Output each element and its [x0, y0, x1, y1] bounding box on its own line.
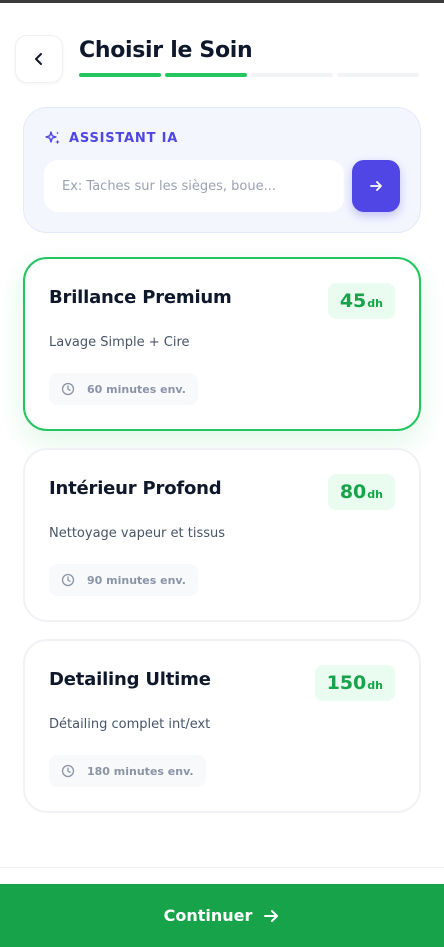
ai-assistant-header: ASSISTANT IA: [45, 130, 178, 146]
step-progress-segment: [337, 73, 419, 77]
header: Choisir le Soin: [15, 35, 429, 83]
service-card-brillance-premium[interactable]: Brillance Premium 45 dh Lavage Simple + …: [23, 257, 421, 431]
ai-assistant-input[interactable]: [44, 160, 344, 212]
chevron-left-icon: [31, 51, 47, 67]
continue-button[interactable]: Continuer: [0, 884, 444, 947]
duration-badge: 90 minutes env.: [49, 564, 198, 596]
duration-text: 60 minutes env.: [87, 382, 186, 396]
service-description: Détailing complet int/ext: [49, 717, 211, 732]
duration-badge: 180 minutes env.: [49, 755, 206, 787]
arrow-right-icon: [368, 178, 384, 194]
clock-icon: [61, 764, 75, 778]
price-value: 150: [326, 672, 367, 694]
ai-assistant-label: ASSISTANT IA: [69, 130, 179, 146]
price-unit: dh: [367, 297, 383, 310]
price-badge: 150 dh: [314, 665, 395, 701]
price-unit: dh: [367, 488, 383, 501]
back-button[interactable]: [15, 35, 63, 83]
duration-badge: 60 minutes env.: [49, 373, 198, 405]
price-badge: 80 dh: [327, 474, 395, 510]
service-card-interieur-profond[interactable]: Intérieur Profond 80 dh Nettoyage vapeur…: [23, 448, 421, 622]
service-title: Intérieur Profond: [49, 478, 222, 499]
step-progress-segment: [79, 73, 161, 77]
step-progress-segment: [165, 73, 247, 77]
ai-send-button[interactable]: [352, 160, 400, 212]
service-description: Lavage Simple + Cire: [49, 335, 190, 350]
step-progress: [79, 73, 419, 77]
continue-label: Continuer: [163, 906, 253, 925]
duration-text: 180 minutes env.: [87, 764, 194, 778]
price-badge: 45 dh: [327, 283, 395, 319]
footer-divider: [0, 867, 444, 868]
page-title: Choisir le Soin: [79, 38, 253, 63]
clock-icon: [61, 382, 75, 396]
service-card-detailing-ultime[interactable]: Detailing Ultime 150 dh Détailing comple…: [23, 639, 421, 813]
price-unit: dh: [367, 679, 383, 692]
ai-assistant-panel: ASSISTANT IA: [23, 107, 421, 233]
duration-text: 90 minutes env.: [87, 573, 186, 587]
service-title: Detailing Ultime: [49, 669, 211, 690]
service-description: Nettoyage vapeur et tissus: [49, 526, 226, 541]
window-top-strip: [0, 0, 444, 3]
step-progress-segment: [251, 73, 333, 77]
clock-icon: [61, 573, 75, 587]
service-title: Brillance Premium: [49, 287, 232, 308]
sparkles-icon: [45, 130, 61, 146]
price-value: 45: [339, 290, 367, 312]
price-value: 80: [339, 481, 367, 503]
arrow-right-icon: [262, 907, 280, 925]
